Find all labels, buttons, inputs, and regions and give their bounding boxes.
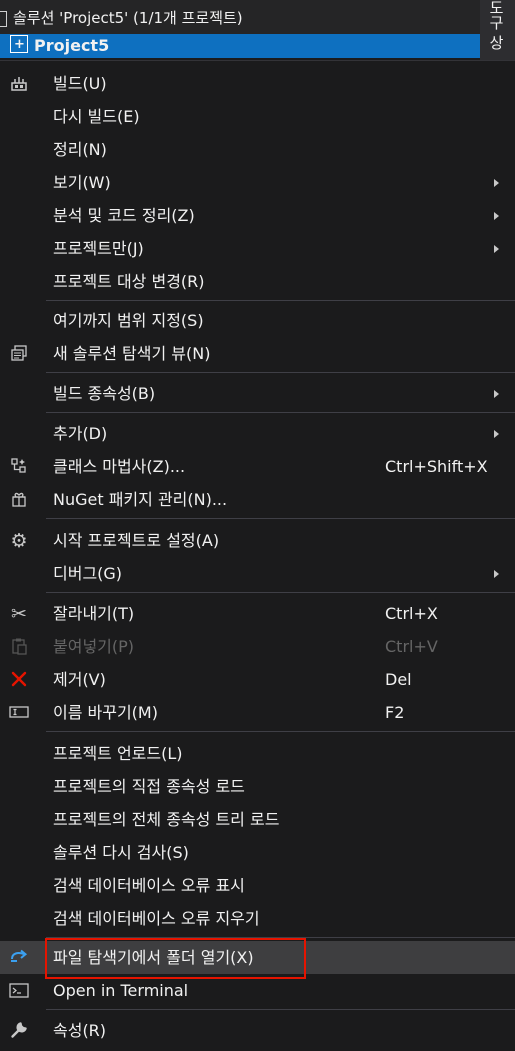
menu-item-properties[interactable]: 속성(R)	[0, 1014, 515, 1047]
menu-item-paste: 붙여넣기(P) Ctrl+V	[0, 630, 515, 663]
menu-item-label: 이름 바꾸기(M)	[53, 703, 158, 722]
scissors-icon: ✂	[11, 603, 27, 625]
menu-item-label: 제거(V)	[53, 670, 106, 689]
menu-item-shortcut: Ctrl+V	[385, 637, 438, 656]
menu-separator	[46, 592, 515, 593]
side-tab-label: 도구 상	[487, 0, 505, 50]
menu-item-label: 프로젝트 대상 변경(R)	[53, 272, 205, 291]
menu-item-label: 여기까지 범위 지정(S)	[53, 311, 204, 330]
menu-item-analyze[interactable]: 분석 및 코드 정리(Z)	[0, 199, 515, 232]
menu-separator	[46, 372, 515, 373]
menu-item-label: 프로젝트의 전체 종속성 트리 로드	[53, 810, 280, 829]
menu-separator	[46, 731, 515, 732]
menu-separator	[46, 1009, 515, 1010]
open-folder-icon	[9, 948, 29, 968]
menu-item-label: 프로젝트의 직접 종속성 로드	[53, 777, 245, 796]
context-menu: 빌드(U) 다시 빌드(E) 정리(N) 보기(W) 분석 및 코드 정리(Z)…	[0, 60, 515, 1051]
menu-item-label: 새 솔루션 탐색기 뷰(N)	[53, 344, 211, 363]
rename-icon	[9, 703, 29, 723]
menu-item-label: 클래스 마법사(Z)...	[53, 457, 186, 476]
project-node-selected[interactable]: Project5	[0, 33, 480, 58]
submenu-arrow-icon	[494, 245, 499, 253]
menu-item-rename[interactable]: 이름 바꾸기(M) F2	[0, 696, 515, 729]
nuget-icon	[9, 490, 29, 510]
menu-item-class-wizard[interactable]: 클래스 마법사(Z)... Ctrl+Shift+X	[0, 450, 515, 483]
menu-item-shortcut: F2	[385, 703, 405, 722]
menu-item-build[interactable]: 빌드(U)	[0, 67, 515, 100]
menu-item-manage-nuget[interactable]: NuGet 패키지 관리(N)...	[0, 483, 515, 516]
annotation-highlight-box	[45, 938, 306, 979]
submenu-arrow-icon	[494, 430, 499, 438]
menu-item-debug[interactable]: 디버그(G)	[0, 557, 515, 590]
menu-separator	[46, 518, 515, 519]
menu-item-scope-to-this[interactable]: 여기까지 범위 지정(S)	[0, 304, 515, 337]
menu-item-label: 디버그(G)	[53, 564, 123, 583]
menu-item-label: 프로젝트 언로드(L)	[53, 744, 183, 763]
menu-item-project-only[interactable]: 프로젝트만(J)	[0, 232, 515, 265]
menu-item-label: 솔루션 다시 검사(S)	[53, 843, 189, 862]
toolbox-side-tab[interactable]: 도구 상	[480, 0, 515, 60]
menu-separator	[46, 300, 515, 301]
submenu-arrow-icon	[494, 212, 499, 220]
menu-item-label: 검색 데이터베이스 오류 표시	[53, 876, 245, 895]
menu-item-set-startup[interactable]: ⚙ 시작 프로젝트로 설정(A)	[0, 524, 515, 557]
submenu-arrow-icon	[494, 179, 499, 187]
menu-item-clean[interactable]: 정리(N)	[0, 133, 515, 166]
terminal-icon	[9, 981, 29, 1001]
menu-item-label: 시작 프로젝트로 설정(A)	[53, 531, 220, 550]
menu-item-label: 추가(D)	[53, 424, 108, 443]
new-view-icon	[9, 344, 29, 364]
solution-label: 솔루션 'Project5' (1/1개 프로젝트)	[13, 9, 243, 27]
submenu-arrow-icon	[494, 570, 499, 578]
solution-explorer-tree: 솔루션 'Project5' (1/1개 프로젝트)	[0, 0, 480, 34]
menu-item-label: 검색 데이터베이스 오류 지우기	[53, 909, 260, 928]
menu-item-label: 빌드 종속성(B)	[53, 384, 156, 403]
menu-item-label: NuGet 패키지 관리(N)...	[53, 490, 228, 509]
submenu-arrow-icon	[494, 390, 499, 398]
expander-icon[interactable]	[0, 10, 7, 27]
menu-item-label: 보기(W)	[53, 173, 111, 192]
class-wizard-icon	[9, 457, 29, 477]
menu-item-label: 다시 빌드(E)	[53, 107, 140, 126]
menu-separator	[46, 412, 515, 413]
solution-node[interactable]: 솔루션 'Project5' (1/1개 프로젝트)	[0, 6, 243, 30]
paste-icon	[9, 637, 29, 657]
gear-icon: ⚙	[10, 530, 28, 552]
menu-item-shortcut: Del	[385, 670, 412, 689]
menu-item-show-db-errors[interactable]: 검색 데이터베이스 오류 표시	[0, 869, 515, 902]
menu-item-label: 붙여넣기(P)	[53, 637, 135, 656]
menu-item-build-dependencies[interactable]: 빌드 종속성(B)	[0, 377, 515, 410]
menu-item-shortcut: Ctrl+X	[385, 604, 438, 623]
menu-item-label: 빌드(U)	[53, 74, 107, 93]
menu-item-label: 정리(N)	[53, 140, 107, 159]
menu-item-remove[interactable]: 제거(V) Del	[0, 663, 515, 696]
project-label: Project5	[34, 36, 110, 55]
menu-item-retarget[interactable]: 프로젝트 대상 변경(R)	[0, 265, 515, 298]
menu-item-rescan-solution[interactable]: 솔루션 다시 검사(S)	[0, 836, 515, 869]
menu-item-label: 프로젝트만(J)	[53, 239, 144, 258]
wrench-icon	[9, 1021, 29, 1041]
menu-item-load-full-dep-tree[interactable]: 프로젝트의 전체 종속성 트리 로드	[0, 803, 515, 836]
menu-item-label: 잘라내기(T)	[53, 604, 135, 623]
menu-item-unload-project[interactable]: 프로젝트 언로드(L)	[0, 737, 515, 770]
menu-item-clear-db-errors[interactable]: 검색 데이터베이스 오류 지우기	[0, 902, 515, 935]
build-icon	[9, 74, 29, 94]
menu-item-label: 분석 및 코드 정리(Z)	[53, 206, 195, 225]
menu-item-rebuild[interactable]: 다시 빌드(E)	[0, 100, 515, 133]
delete-icon	[9, 670, 29, 690]
menu-item-cut[interactable]: ✂ 잘라내기(T) Ctrl+X	[0, 597, 515, 630]
menu-item-add[interactable]: 추가(D)	[0, 417, 515, 450]
menu-item-label: 속성(R)	[53, 1021, 107, 1040]
cpp-project-icon	[10, 33, 28, 57]
menu-item-new-explorer-view[interactable]: 새 솔루션 탐색기 뷰(N)	[0, 337, 515, 370]
menu-item-load-direct-deps[interactable]: 프로젝트의 직접 종속성 로드	[0, 770, 515, 803]
menu-item-shortcut: Ctrl+Shift+X	[385, 457, 488, 476]
menu-item-view[interactable]: 보기(W)	[0, 166, 515, 199]
